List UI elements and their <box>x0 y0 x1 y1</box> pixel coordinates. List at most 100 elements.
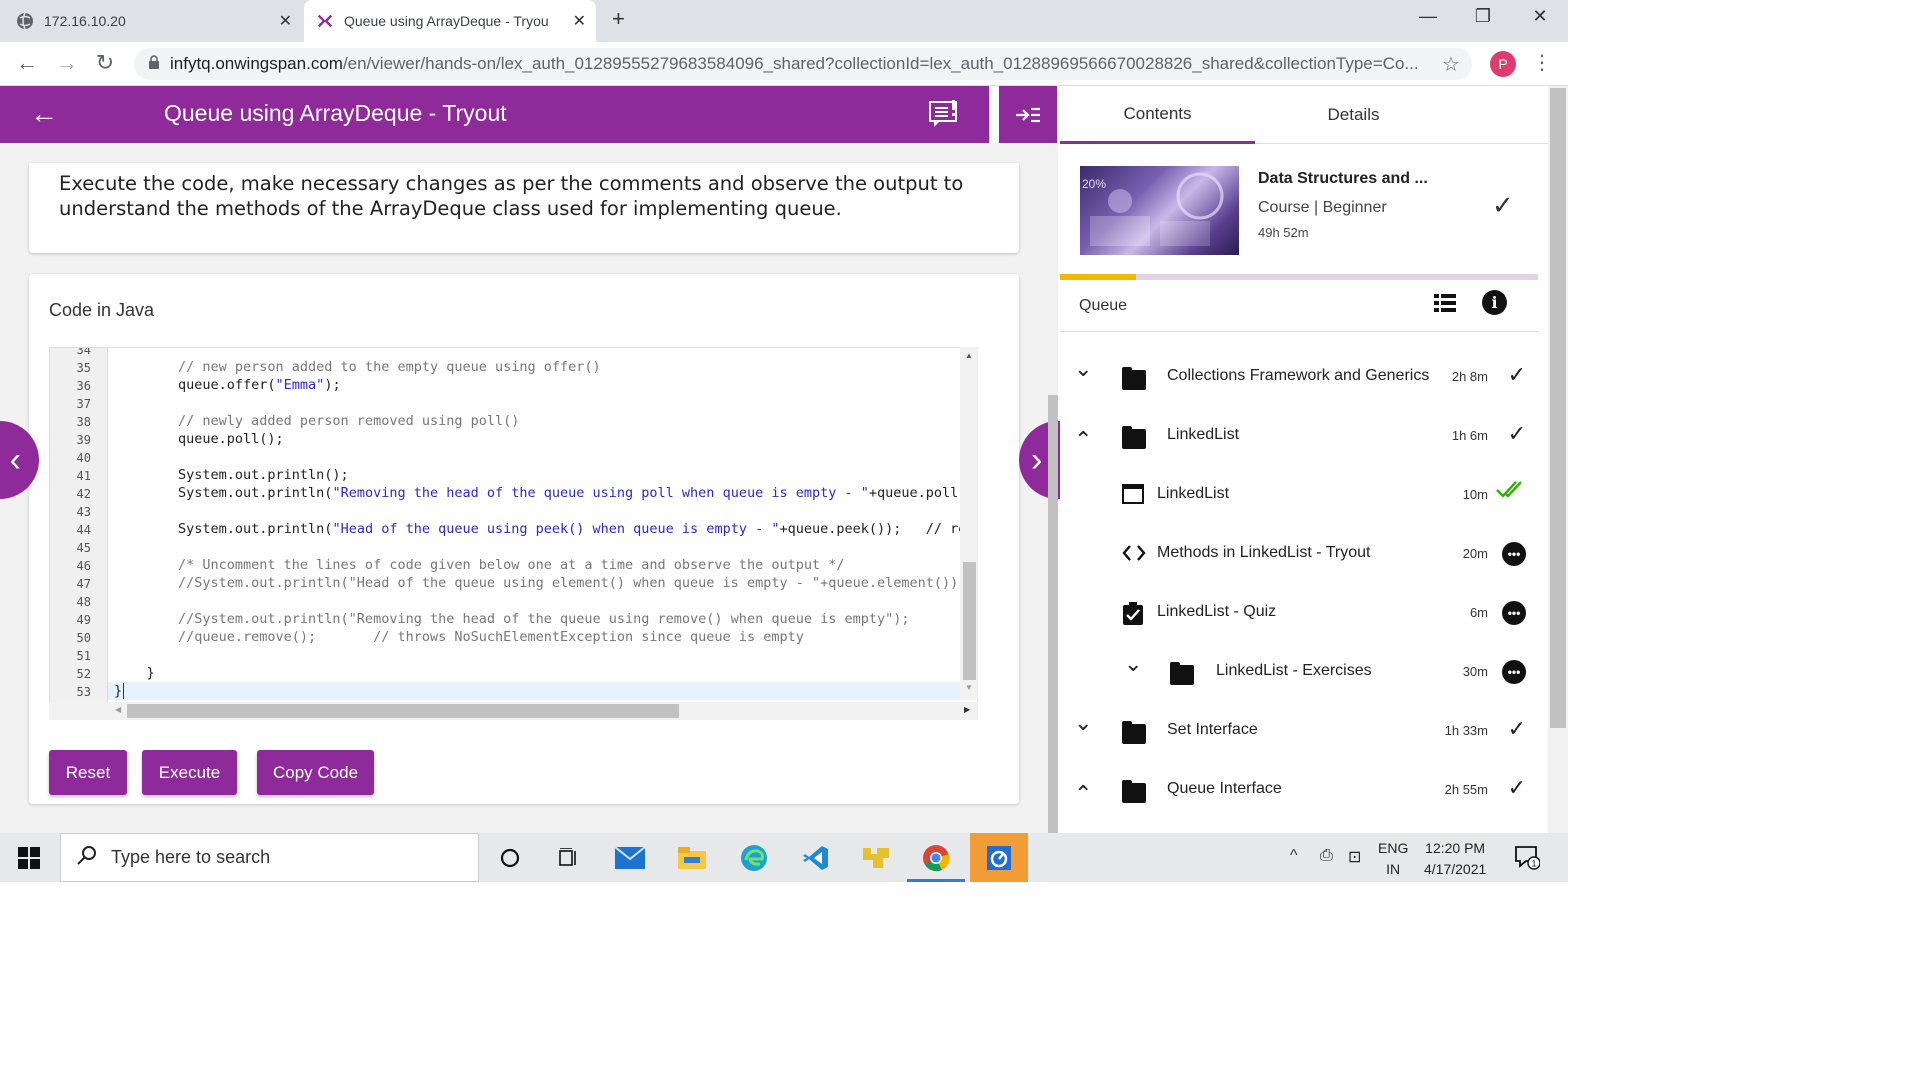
chevron-up-icon[interactable]: ^ <box>1290 847 1298 865</box>
editor-horizontal-scrollbar[interactable]: ◀ ▶ <box>49 702 978 720</box>
clock[interactable]: 12:20 PM 4/17/2021 <box>1424 838 1486 880</box>
forward-arrow-icon[interactable]: → <box>54 50 80 76</box>
scroll-up-icon[interactable]: ▲ <box>965 351 973 360</box>
instructions-card: Execute the code, make necessary changes… <box>29 163 1019 253</box>
code-line[interactable]: System.out.println("Head of the queue us… <box>178 521 977 537</box>
code-line[interactable]: // newly added person removed using poll… <box>178 413 519 429</box>
chevron-down-icon[interactable]: ⌄ <box>1074 710 1092 736</box>
code-line[interactable]: queue.offer("Emma"); <box>178 377 341 393</box>
edge-icon[interactable] <box>734 841 774 875</box>
folder-icon <box>1170 662 1194 685</box>
copy-code-button[interactable]: Copy Code <box>257 750 374 795</box>
mail-icon[interactable] <box>610 841 650 875</box>
code-line[interactable]: // new person added to the empty queue u… <box>178 359 601 375</box>
code-line[interactable]: } <box>114 665 155 681</box>
time: 12:20 PM <box>1425 840 1486 856</box>
info-icon[interactable]: i <box>1482 290 1507 315</box>
chrome-icon[interactable] <box>916 841 956 875</box>
toc-item[interactable]: Methods in LinkedList - Tryout 20m ••• <box>1060 525 1538 584</box>
scroll-down-icon[interactable]: ▼ <box>965 683 973 692</box>
browser-tab-ip[interactable]: 172.16.10.20 ✕ <box>16 0 302 42</box>
cortana-icon[interactable] <box>490 841 530 875</box>
active-app-indicator <box>907 879 965 882</box>
back-arrow-icon[interactable]: ← <box>14 50 40 76</box>
app-icon-yellow[interactable] <box>856 841 896 875</box>
network-icon[interactable]: ⊡ <box>1348 847 1361 867</box>
line-number: 40 <box>76 451 91 465</box>
execute-button[interactable]: Execute <box>142 750 237 795</box>
restore-icon[interactable]: ❐ <box>1463 6 1503 27</box>
url-field[interactable]: infytq.onwingspan.com/en/viewer/hands-on… <box>134 48 1472 80</box>
toc-item[interactable]: ⌃ LinkedList 1h 6m ✓ <box>1060 407 1538 466</box>
scroll-right-icon[interactable]: ▶ <box>964 705 970 714</box>
toc-item-label: LinkedList <box>1167 426 1240 443</box>
folder-icon <box>1122 780 1146 803</box>
check-icon: ✓ <box>1507 362 1526 387</box>
code-line[interactable]: }​ <box>114 683 125 699</box>
tab-contents[interactable]: Contents <box>1060 86 1255 144</box>
file-explorer-icon[interactable] <box>672 841 712 875</box>
list-view-icon[interactable] <box>1434 294 1456 317</box>
course-thumbnail[interactable]: 20% <box>1080 166 1239 255</box>
reload-icon[interactable]: ↻ <box>92 50 118 76</box>
windows-start-icon[interactable] <box>18 847 40 874</box>
more-options-icon[interactable]: ••• <box>1502 542 1526 566</box>
toc-item-label: Set Interface <box>1167 721 1258 738</box>
more-options-icon[interactable]: ••• <box>1502 601 1526 625</box>
toc-item[interactable]: LinkedList 10m <box>1060 466 1538 525</box>
line-number-gutter: 34 35 36 37 38 39 40 41 42 43 44 45 46 47 48 49 50 51 52 53 <box>50 348 108 703</box>
reset-button[interactable]: Reset <box>49 750 127 795</box>
back-arrow-icon[interactable]: ← <box>30 98 58 130</box>
task-view-icon[interactable] <box>548 841 588 875</box>
vscode-icon[interactable] <box>796 841 836 875</box>
content-header: ← Queue using ArrayDeque - Tryout <box>0 86 989 143</box>
meet-now-icon[interactable]: ⎙ <box>1320 847 1333 865</box>
more-options-icon[interactable]: ••• <box>1502 660 1526 684</box>
scroll-left-icon[interactable]: ◀ <box>115 705 121 714</box>
code-line[interactable]: queue.poll(); <box>178 431 284 447</box>
taskbar-search-input[interactable]: Type here to search <box>60 833 479 882</box>
code-line[interactable]: //queue.remove(); // throws NoSuchElemen… <box>178 629 804 645</box>
toc-item-duration: 1h 33m <box>1444 723 1488 738</box>
code-line[interactable]: System.out.println(); <box>178 467 349 483</box>
chevron-up-icon[interactable]: ⌃ <box>1074 427 1092 453</box>
profile-avatar[interactable]: P <box>1490 51 1516 77</box>
scroll-thumb[interactable] <box>127 704 679 718</box>
toc-item[interactable]: ⌄ Collections Framework and Generics 2h 8m… <box>1060 348 1538 407</box>
browser-menu-icon[interactable]: ⋮ <box>1532 50 1552 75</box>
code-line[interactable]: //System.out.println("Head of the queue … <box>178 575 966 591</box>
search-icon <box>77 845 97 870</box>
toc-item[interactable]: ⌄ Set Interface 1h 33m ✓ <box>1060 702 1538 761</box>
toc-item[interactable]: ⌄ LinkedList - Exercises 30m ••• <box>1060 643 1538 702</box>
course-title[interactable]: Data Structures and ... <box>1258 170 1428 188</box>
bookmark-star-icon[interactable]: ☆ <box>1442 52 1460 77</box>
feedback-chat-icon[interactable] <box>928 100 960 133</box>
toc-item[interactable]: LinkedList - Quiz 6m ••• <box>1060 584 1538 643</box>
new-tab-plus-icon[interactable]: + <box>612 6 625 32</box>
line-number: 43 <box>76 505 91 519</box>
scroll-thumb[interactable] <box>963 562 976 680</box>
notification-icon[interactable]: 1 <box>1514 845 1541 877</box>
code-line[interactable]: //System.out.println("Removing the head … <box>178 611 910 627</box>
sidebar-scroll-thumb[interactable] <box>1550 88 1566 728</box>
code-line[interactable]: System.out.println("Removing the head of… <box>178 485 977 501</box>
string-literal: "Removing the head of the queue using po… <box>332 485 869 501</box>
toc-item-label: LinkedList - Exercises <box>1216 662 1372 679</box>
close-tab-icon[interactable]: ✕ <box>279 11 292 31</box>
close-window-icon[interactable]: ✕ <box>1520 6 1560 27</box>
editor-vertical-scrollbar[interactable]: ▲ ▼ <box>960 347 978 700</box>
chevron-up-icon[interactable]: ⌃ <box>1074 781 1092 807</box>
code-line[interactable]: /* Uncomment the lines of code given bel… <box>178 557 844 573</box>
code-editor[interactable]: 34 35 36 37 38 39 40 41 42 43 44 45 46 47 48 49 50 51 52 53… <box>49 347 978 720</box>
browser-tab-active[interactable]: Queue using ArrayDeque - Tryou ✕ <box>304 0 596 42</box>
tab-details[interactable]: Details <box>1256 86 1451 144</box>
collapse-panel-icon[interactable] <box>999 86 1057 143</box>
chevron-down-icon[interactable]: ⌄ <box>1124 651 1142 677</box>
page-scroll-thumb[interactable] <box>1048 395 1058 833</box>
toc-item[interactable]: ⌃ Queue Interface 2h 55m ✓ <box>1060 761 1538 820</box>
minimize-icon[interactable]: — <box>1408 6 1448 27</box>
app-icon-orange[interactable] <box>970 833 1028 882</box>
chevron-down-icon[interactable]: ⌄ <box>1074 356 1092 382</box>
language-indicator[interactable]: ENG IN <box>1378 838 1408 880</box>
close-tab-icon[interactable]: ✕ <box>573 11 586 31</box>
